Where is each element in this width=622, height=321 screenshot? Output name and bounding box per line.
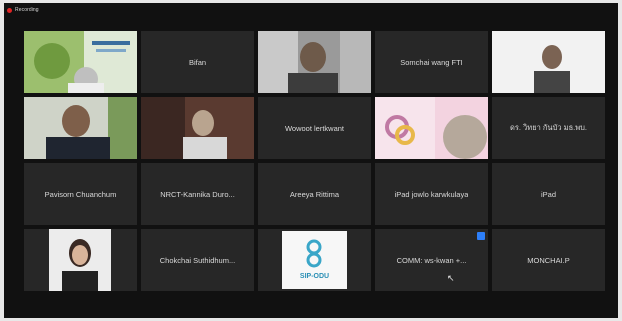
recording-label: Recording	[15, 7, 39, 13]
participant-name: Somchai wang FTI	[400, 57, 463, 67]
participant-name: COMM: ws-kwan +...	[396, 255, 467, 265]
record-dot-icon	[7, 7, 12, 13]
participant-name: ดร. วิทยา กันบัว มธ.พบ.	[509, 123, 588, 132]
participant-tile[interactable]: ดร. วิทยา กันบัว มธ.พบ.	[492, 97, 605, 159]
recording-indicator: Recording	[7, 7, 39, 13]
participant-tile[interactable]	[24, 31, 137, 93]
participant-tile[interactable]: MONCHAI.P	[492, 229, 605, 291]
participant-name: Pavisorn Chuanchum	[44, 189, 117, 199]
participant-tile[interactable]	[492, 31, 605, 93]
participant-video	[492, 31, 605, 93]
participant-video	[24, 229, 137, 291]
participant-name: Chokchai Suthidhum...	[159, 255, 236, 265]
participant-tile[interactable]: iPad jowlo karwkulaya	[375, 163, 488, 225]
participant-video	[24, 97, 137, 159]
participant-name: iPad	[540, 189, 556, 199]
participant-name: NRCT-Kannika Duro...	[160, 189, 235, 199]
participant-tile[interactable]	[375, 97, 488, 159]
mouse-pointer-icon: ↖	[447, 273, 455, 283]
participant-tile[interactable]: NRCT-Kannika Duro...	[141, 163, 254, 225]
participant-video	[141, 97, 254, 159]
participant-name: Wowoot lertkwant	[284, 123, 345, 133]
participant-tile[interactable]	[258, 31, 371, 93]
meeting-window: Recording Bifan Somchai wang FTI Wowoot …	[4, 3, 618, 318]
participant-tile[interactable]: COMM: ws-kwan +... ↖	[375, 229, 488, 291]
participant-tile[interactable]: Bifan	[141, 31, 254, 93]
participant-tile[interactable]: Wowoot lertkwant	[258, 97, 371, 159]
participant-video	[375, 97, 488, 159]
participant-video	[258, 229, 371, 291]
participant-name: MONCHAI.P	[527, 255, 570, 265]
participant-tile[interactable]	[141, 97, 254, 159]
participant-name: Areeya Rittima	[289, 189, 340, 199]
participant-tile[interactable]	[24, 97, 137, 159]
participant-name: iPad jowlo karwkulaya	[394, 189, 469, 199]
participant-tile[interactable]: Somchai wang FTI	[375, 31, 488, 93]
participant-tile[interactable]: iPad	[492, 163, 605, 225]
logo-text: SIP-ODU	[299, 273, 330, 280]
participant-name: Bifan	[188, 57, 207, 67]
participant-video	[258, 31, 371, 93]
participant-grid: Bifan Somchai wang FTI Wowoot lertkwant	[24, 31, 605, 291]
participant-tile[interactable]	[24, 229, 137, 291]
participant-tile[interactable]: SIP-ODU	[258, 229, 371, 291]
participant-tile[interactable]: Chokchai Suthidhum...	[141, 229, 254, 291]
participant-tile[interactable]: Areeya Rittima	[258, 163, 371, 225]
screen-share-icon	[477, 232, 485, 240]
presentation-slide-image	[24, 31, 137, 93]
participant-tile[interactable]: Pavisorn Chuanchum	[24, 163, 137, 225]
